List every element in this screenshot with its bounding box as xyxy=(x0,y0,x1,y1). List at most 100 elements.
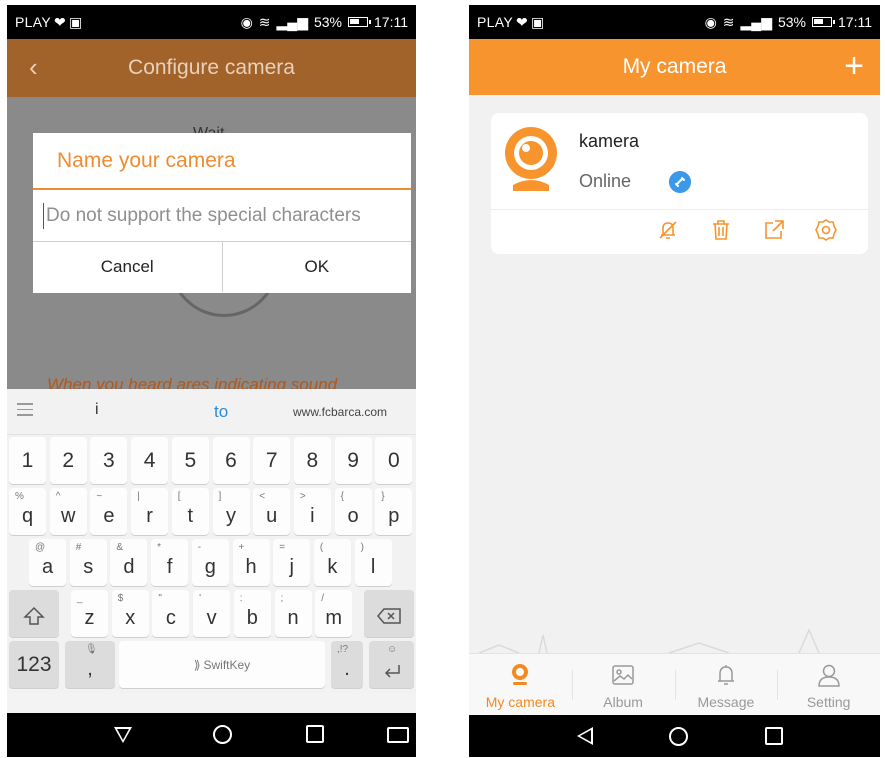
key-alt-symbol: = xyxy=(279,542,286,553)
back-icon[interactable]: ‹ xyxy=(29,54,38,80)
key-label: u xyxy=(266,505,278,527)
tab-album[interactable]: Album xyxy=(571,654,675,715)
key[interactable]: 3 xyxy=(90,437,128,484)
phone-configure-camera: PLAY ❤ ▣ ◉ ≋ ▂▄▆ 53% 17:11 ‹ Configure c… xyxy=(7,5,416,757)
share-icon[interactable] xyxy=(761,217,787,243)
tab-setting[interactable]: Setting xyxy=(777,654,880,715)
trash-icon[interactable] xyxy=(708,217,734,243)
key-alt-symbol: ; xyxy=(280,593,284,604)
tab-label: Message xyxy=(697,694,755,710)
key[interactable]: 5 xyxy=(171,437,209,484)
swiftkey-keyboard: i to www.fcbarca.com 1 2 3 4 5 6 7 8 9 0% q ^ w ~ e | r[… xyxy=(7,389,416,693)
key-label: x xyxy=(125,607,136,629)
key[interactable]: 6 xyxy=(212,437,250,484)
key[interactable]: 0 xyxy=(375,437,413,484)
key-label: r xyxy=(146,505,153,527)
key-row: @ a # s & d * f - g + h = j(k) l xyxy=(7,539,416,589)
key[interactable]: ] y xyxy=(212,488,250,535)
key-alt-symbol: | xyxy=(137,491,140,502)
key[interactable]: ; n xyxy=(274,590,312,637)
key-alt-symbol: @ xyxy=(35,542,46,553)
battery-percent: 53% xyxy=(777,14,806,30)
alarm-off-icon[interactable] xyxy=(655,217,681,243)
link-icon xyxy=(669,171,691,193)
camera-name-input[interactable] xyxy=(46,204,401,227)
tab-message[interactable]: Message xyxy=(674,654,778,715)
key[interactable]: 123 xyxy=(9,641,59,688)
clock: 17:11 xyxy=(374,14,408,30)
key[interactable]: 1 xyxy=(9,437,46,484)
tab-my-camera[interactable]: My camera xyxy=(469,654,572,715)
key-row: _ z $ x " c ' v: b; n / m xyxy=(7,590,416,640)
recents-nav-icon[interactable] xyxy=(765,727,783,745)
add-camera-icon[interactable]: + xyxy=(844,49,864,83)
key[interactable]: 4 xyxy=(131,437,169,484)
key[interactable]: % q xyxy=(9,488,46,535)
key[interactable]: 8 xyxy=(293,437,331,484)
key[interactable]: < u xyxy=(253,488,291,535)
key-alt-symbol: ) xyxy=(360,542,364,553)
key-label: i xyxy=(310,505,315,527)
key-alt-symbol: % xyxy=(15,491,24,502)
recents-nav-icon[interactable] xyxy=(306,725,324,743)
key[interactable]: * f xyxy=(151,539,189,586)
key[interactable]: / m xyxy=(315,590,353,637)
key-label: g xyxy=(204,556,216,578)
ok-button[interactable]: OK xyxy=(221,242,411,292)
key-label: 7 xyxy=(265,448,278,472)
back-nav-icon[interactable] xyxy=(114,727,132,743)
menu-icon[interactable] xyxy=(17,403,33,417)
key[interactable]: = j xyxy=(273,539,311,586)
enter-key[interactable]: ☺ xyxy=(369,641,414,688)
back-nav-icon[interactable] xyxy=(577,727,593,745)
key-label: t xyxy=(187,505,194,527)
key-label: 9 xyxy=(347,448,359,472)
backspace-key[interactable] xyxy=(364,590,414,637)
key-label: m xyxy=(325,607,343,629)
key[interactable]: " c xyxy=(152,590,190,637)
home-nav-icon[interactable] xyxy=(669,727,688,746)
key-alt-symbol: - xyxy=(197,542,202,553)
key[interactable]: 🎙, xyxy=(65,641,115,688)
key[interactable]: + h xyxy=(232,539,270,586)
key[interactable]: @ a xyxy=(29,539,66,586)
key-alt-symbol: ( xyxy=(319,542,324,553)
app-bar: My camera + xyxy=(469,39,880,95)
key[interactable]: ~ e xyxy=(90,488,128,535)
suggestion-right[interactable]: www.fcbarca.com xyxy=(293,405,387,419)
key-alt-symbol: < xyxy=(259,491,266,502)
page-title: Configure camera xyxy=(128,56,295,79)
battery-percent: 53% xyxy=(313,14,342,30)
key[interactable]: ^ w xyxy=(49,488,87,535)
key[interactable]: } p xyxy=(375,488,413,535)
key[interactable]: # s xyxy=(69,539,107,586)
key[interactable]: & d xyxy=(110,539,148,586)
key[interactable]: 9 xyxy=(334,437,372,484)
key[interactable]: ' v xyxy=(193,590,231,637)
key-alt-symbol: : xyxy=(239,593,243,604)
camera-card[interactable]: kamera Online xyxy=(491,113,868,254)
key[interactable]: {o xyxy=(334,488,372,535)
key[interactable]: [t xyxy=(171,488,209,535)
key[interactable]: | r xyxy=(131,488,169,535)
key[interactable]: -g xyxy=(191,539,229,586)
text-caret xyxy=(43,202,44,229)
key[interactable]: ) l xyxy=(354,539,392,586)
key[interactable]: _ z xyxy=(71,590,108,637)
home-nav-icon[interactable] xyxy=(213,725,232,744)
space-key[interactable]: ⟫ SwiftKey xyxy=(119,641,325,688)
settings-gear-icon[interactable] xyxy=(813,217,839,243)
keyboard-switch-icon[interactable] xyxy=(387,727,409,743)
suggestion-middle[interactable]: to xyxy=(214,402,228,422)
key[interactable]: 2 xyxy=(49,437,87,484)
suggestion-left[interactable]: i xyxy=(95,401,99,419)
key[interactable]: (k xyxy=(313,539,351,586)
key[interactable]: > i xyxy=(293,488,331,535)
shift-key[interactable] xyxy=(9,590,59,637)
key[interactable]: ,!?. xyxy=(331,641,363,688)
key[interactable]: $ x xyxy=(111,590,149,637)
key-alt-symbol: } xyxy=(381,491,385,502)
cancel-button[interactable]: Cancel xyxy=(33,242,222,292)
key[interactable]: 7 xyxy=(253,437,291,484)
key[interactable]: :b xyxy=(233,590,271,637)
